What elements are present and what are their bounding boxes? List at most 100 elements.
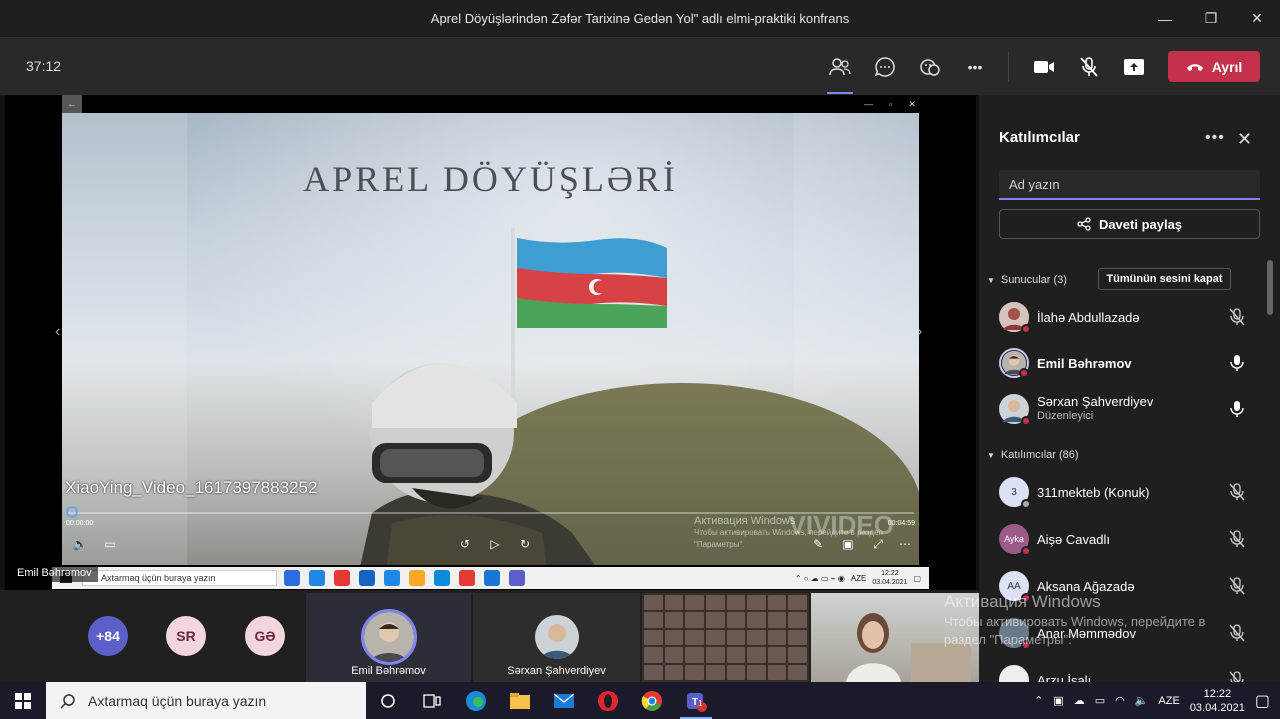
language-indicator[interactable]: AZE [1158, 695, 1179, 707]
onedrive-icon[interactable]: ☁ [1074, 694, 1085, 707]
leave-button[interactable]: Ayrıl [1168, 51, 1260, 82]
close-window-button[interactable]: ✕ [1234, 0, 1280, 37]
panel-scrollbar[interactable] [1267, 260, 1273, 315]
raise-hand-icon[interactable] [915, 52, 945, 82]
file-explorer-icon[interactable] [498, 682, 542, 719]
video-more-icon[interactable]: ⋯ [895, 535, 915, 553]
video-tile[interactable]: Emil Bəhrəmov [306, 593, 471, 682]
overflow-count-bubble[interactable]: +84 [88, 616, 128, 656]
inner-maximize-icon[interactable]: ▫ [889, 99, 892, 109]
panel-more-icon[interactable]: ••• [1205, 129, 1225, 147]
participant-row[interactable]: İlahə Abdullazadə [999, 297, 1269, 337]
fullscreen-icon[interactable]: ⤢ [868, 535, 888, 553]
teams-badge: 1 [698, 699, 703, 708]
forward-30-icon[interactable]: ↻ [515, 535, 535, 553]
mail-icon[interactable] [542, 682, 586, 719]
presenters-section-header[interactable]: ▼ Sunucular (3) [987, 274, 1067, 286]
taskbar-clock[interactable]: 12:22 03.04.2021 [1190, 687, 1245, 715]
aspect-icon[interactable]: ▣ [838, 535, 858, 553]
subtitles-icon[interactable]: ▭ [100, 535, 120, 553]
more-actions-icon[interactable]: ••• [960, 52, 990, 82]
avatar [999, 618, 1031, 650]
inner-close-icon[interactable]: ✕ [908, 99, 916, 110]
back-arrow-icon[interactable]: ← [62, 95, 82, 113]
leave-label: Ayrıl [1211, 58, 1243, 75]
share-invite-button[interactable]: Daveti paylaş [999, 209, 1260, 239]
hang-up-icon [1186, 63, 1203, 71]
tray-chevron-icon[interactable]: ⌃ [1034, 694, 1043, 707]
participant-search-input[interactable]: Ad yazın [999, 170, 1260, 200]
participant-row[interactable]: Ayka Aişə Cavadlı [999, 519, 1269, 559]
maximize-button[interactable]: ❐ [1188, 0, 1234, 37]
participant-row[interactable]: AA Aksana Ağazadə [999, 566, 1269, 606]
notification-icon[interactable]: ▢ [1255, 691, 1270, 711]
attendees-section-header[interactable]: ▼ Katılımcılar (86) [987, 449, 1079, 461]
inner-notification-icon: ▢ [913, 573, 921, 583]
participant-name: Arzu İsalı [1037, 672, 1092, 683]
volume-icon[interactable]: 🔈 [70, 535, 90, 553]
video-progress-bar[interactable] [67, 512, 914, 514]
inner-tray-icons: ⌃ ○ ☁ ▭ ⌁ ◉ [794, 573, 845, 583]
system-tray: ⌃ ▣ ☁ ▭ ◠ 🔈 AZE 12:22 03.04.2021 ▢ [1034, 682, 1280, 719]
participant-row[interactable]: Arzu İsalı [999, 660, 1269, 682]
inner-tray: ⌃ ○ ☁ ▭ ⌁ ◉ AZE 12:22 03.04.2021 ▢ [795, 569, 921, 587]
toolbar-divider [1008, 52, 1009, 82]
opera-icon[interactable] [586, 682, 630, 719]
avatar[interactable]: GƏ [245, 616, 285, 656]
cortana-icon[interactable] [366, 682, 410, 719]
video-progress-knob[interactable] [66, 506, 78, 518]
participant-row[interactable]: Sərxan Şahverdiyev Düzenleyici [999, 389, 1269, 429]
avatar: AA [999, 571, 1031, 603]
edit-icon[interactable]: ✎ [808, 535, 828, 553]
windows-start-icon[interactable] [0, 682, 46, 719]
participant-row[interactable]: Emil Bəhrəmov [999, 343, 1269, 383]
minimize-button[interactable]: — [1142, 0, 1188, 37]
participants-icon[interactable] [825, 52, 855, 94]
participant-name: Emil Bəhrəmov [1037, 355, 1132, 371]
mic-muted-icon [1227, 482, 1247, 502]
video-time-start: 00:00:00 [66, 520, 94, 527]
windows-taskbar: Axtarmaq üçün buraya yazın T 1 ⌃ ▣ ☁ ▭ ◠… [0, 682, 1280, 719]
gallery-video-tile[interactable] [642, 593, 809, 682]
camera-video-tile[interactable] [811, 593, 979, 682]
task-view-icon[interactable] [410, 682, 454, 719]
tray-app-icon[interactable]: ▣ [1053, 694, 1063, 707]
teams-icon[interactable]: T 1 [674, 682, 718, 719]
chevron-down-icon: ▼ [987, 275, 995, 285]
rewind-10-icon[interactable]: ↺ [455, 535, 475, 553]
mute-all-button[interactable]: Tümünün sesini kapat [1098, 268, 1231, 290]
avatar: Ayka [999, 524, 1031, 556]
mic-muted-icon [1227, 307, 1247, 327]
video-tile[interactable]: Sərxan Şahverdiyev [473, 593, 640, 682]
camera-icon[interactable] [1029, 52, 1059, 82]
chat-icon[interactable] [870, 52, 900, 82]
participant-strip: +84 SR GƏ Emil Bəhrəmov Sərxan Şahverdiy… [0, 590, 979, 682]
participant-role: Düzenleyici [1037, 410, 1094, 422]
participant-row[interactable]: Anar Məmmədov [999, 613, 1269, 653]
participant-name: İlahə Abdullazadə [1037, 309, 1140, 325]
shared-screen-stage: ← — ▫ ✕ ‹ › APREL DÖYÜŞLƏRİ XiaoYing_Vid… [0, 95, 979, 590]
inner-clock: 12:22 03.04.2021 [872, 570, 908, 586]
search-icon [60, 693, 75, 709]
avatar[interactable]: SR [166, 616, 206, 656]
prev-arrow-icon[interactable]: ‹ [55, 323, 60, 341]
play-icon[interactable]: ▷ [485, 535, 505, 553]
battery-icon[interactable]: ▭ [1095, 694, 1105, 707]
volume-icon[interactable]: 🔈 [1135, 694, 1149, 707]
inner-search-box: Axtarmaq üçün buraya yazın [82, 570, 277, 586]
mic-muted-icon[interactable] [1074, 52, 1104, 82]
participant-name: 311mekteb (Konuk) [1037, 484, 1150, 500]
avatar [999, 348, 1029, 378]
inner-minimize-icon[interactable]: — [864, 99, 873, 109]
video-brand-watermark: VIVIDEO [788, 510, 894, 540]
avatar: 3 [999, 477, 1031, 509]
chevron-down-icon: ▼ [987, 450, 995, 460]
chrome-icon[interactable] [630, 682, 674, 719]
participant-row[interactable]: 3 311mekteb (Konuk) [999, 472, 1269, 512]
panel-close-icon[interactable]: ✕ [1237, 129, 1252, 150]
share-screen-icon[interactable] [1119, 52, 1149, 82]
wifi-icon[interactable]: ◠ [1115, 694, 1125, 707]
taskbar-search-input[interactable]: Axtarmaq üçün buraya yazın [46, 682, 366, 719]
participant-name: Aişə Cavadlı [1037, 531, 1110, 547]
edge-icon[interactable] [454, 682, 498, 719]
